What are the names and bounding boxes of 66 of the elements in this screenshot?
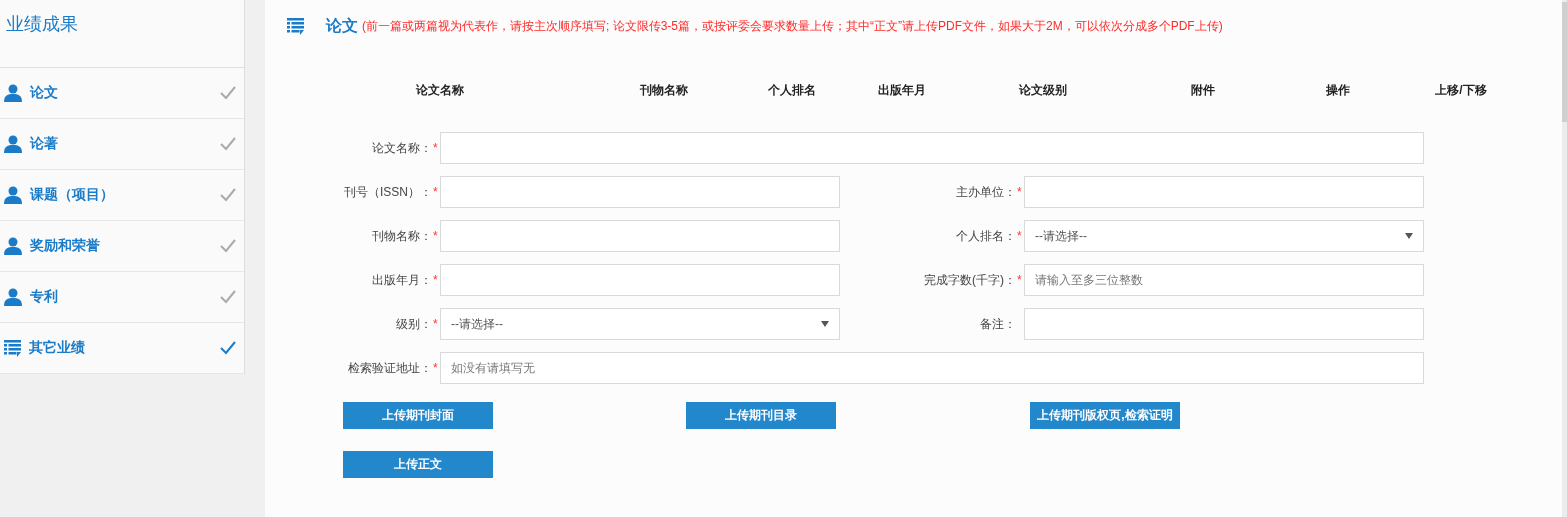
select-field[interactable]: --请选择-- (440, 308, 840, 340)
sidebar-item[interactable]: 论文 (0, 68, 244, 119)
required-mark: * (433, 317, 439, 331)
column-header: 论文级别 (1018, 82, 1068, 99)
sidebar-item[interactable]: 其它业绩 (0, 323, 244, 374)
person-icon (4, 237, 22, 255)
required-mark: * (1017, 229, 1023, 243)
upload-button[interactable]: 上传正文 (343, 451, 493, 478)
upload-button[interactable]: 上传期刊封面 (343, 402, 493, 429)
sidebar-item-label: 其它业绩 (29, 339, 86, 357)
caret-icon (1405, 233, 1413, 239)
person-icon (4, 135, 22, 153)
required-mark: * (1017, 273, 1023, 287)
required-mark: * (433, 229, 439, 243)
required-mark: * (433, 273, 439, 287)
caret-icon (821, 321, 829, 327)
sidebar-item-label: 论著 (30, 135, 59, 153)
sidebar-item-label: 课题（项目） (30, 186, 115, 204)
sidebar-item[interactable]: 论著 (0, 119, 244, 170)
field-label: 主办单位： (956, 183, 1016, 201)
section-note: (前一篇或两篇视为代表作，请按主次顺序填写; 论文限传3-5篇，或按评委会要求数量上传；其中“正文”请上传PDF文件，如果大于2M，可以依次分成多个PDF上传) (362, 18, 1223, 35)
sidebar-item[interactable]: 课题（项目） (0, 170, 244, 221)
scrollbar[interactable] (1562, 0, 1567, 517)
field-label: 完成字数(千字)： (924, 271, 1016, 289)
text-field[interactable]: 请输入至多三位整数 (1024, 264, 1424, 296)
required-mark: * (433, 185, 439, 199)
required-mark: * (433, 361, 439, 375)
person-icon (4, 288, 22, 306)
sidebar-item-label: 奖励和荣誉 (30, 237, 101, 255)
field-label: 刊号（ISSN）： (344, 183, 432, 201)
section-title: 论文 (326, 16, 358, 36)
required-mark: * (433, 141, 439, 155)
sidebar-item[interactable]: 奖励和荣誉 (0, 221, 244, 272)
column-header: 操作 (1325, 82, 1351, 99)
person-icon (4, 84, 22, 102)
upload-button[interactable]: 上传期刊版权页,检索证明 (1030, 402, 1180, 429)
text-field[interactable] (1024, 308, 1424, 340)
text-field[interactable]: 如没有请填写无 (440, 352, 1424, 384)
sidebar-title: 业绩成果 (6, 13, 78, 36)
field-label: 刊物名称： (372, 227, 432, 245)
field-label: 出版年月： (372, 271, 432, 289)
text-field[interactable] (1024, 176, 1424, 208)
text-field[interactable] (440, 176, 840, 208)
field-label: 论文名称： (372, 139, 432, 157)
field-label: 个人排名： (956, 227, 1016, 245)
list-icon (4, 339, 21, 357)
sidebar-item-label: 专利 (30, 288, 59, 306)
column-header: 附件 (1190, 82, 1216, 99)
column-header: 出版年月 (877, 82, 927, 99)
sidebar-item-label: 论文 (30, 84, 59, 102)
text-field[interactable] (440, 132, 1424, 164)
sidebar-item[interactable]: 专利 (0, 272, 244, 323)
field-label: 检索验证地址： (348, 359, 432, 377)
field-label: 备注： (980, 315, 1016, 333)
text-field[interactable] (440, 220, 840, 252)
field-label: 级别： (396, 315, 432, 333)
column-header: 论文名称 (415, 82, 465, 99)
required-mark: * (1017, 185, 1023, 199)
select-field[interactable]: --请选择-- (1024, 220, 1424, 252)
upload-button[interactable]: 上传期刊目录 (686, 402, 836, 429)
text-field[interactable] (440, 264, 840, 296)
column-header: 个人排名 (767, 82, 817, 99)
person-icon (4, 186, 22, 204)
list-icon (287, 18, 304, 35)
column-header: 上移/下移 (1434, 82, 1488, 99)
column-header: 刊物名称 (639, 82, 689, 99)
